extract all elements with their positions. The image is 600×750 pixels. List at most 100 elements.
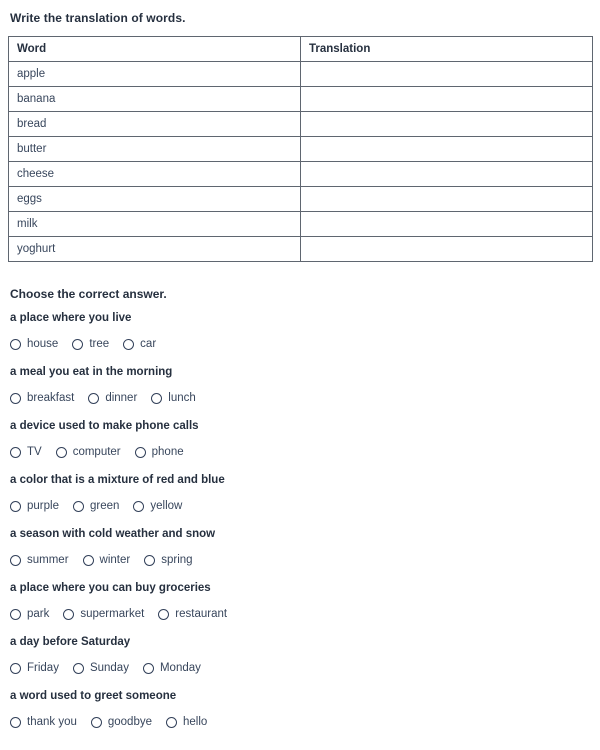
radio-option[interactable]: green — [72, 499, 120, 513]
table-cell-translation-blank[interactable] — [300, 236, 593, 262]
table-cell-translation-blank[interactable] — [300, 211, 593, 237]
quiz-question: a word used to greet someone thank you goo… — [8, 689, 592, 729]
quiz-section: Choose the correct answer. a place where… — [8, 286, 592, 729]
radio-button-icon[interactable] — [82, 554, 94, 566]
radio-button-icon[interactable] — [10, 608, 21, 620]
quiz-question: a meal you eat in the morning breakfast di… — [8, 365, 592, 405]
radio-button-icon[interactable] — [10, 554, 21, 566]
radio-option-label: tree — [89, 338, 110, 350]
radio-option[interactable]: Sunday — [72, 661, 129, 675]
radio-option[interactable]: goodbye — [90, 715, 152, 729]
radio-button-icon[interactable] — [10, 392, 21, 404]
radio-option[interactable]: winter — [82, 553, 131, 567]
radio-option-label: restaurant — [175, 608, 228, 620]
radio-option-label: yellow — [150, 500, 183, 512]
table-cell-translation-blank[interactable] — [300, 111, 593, 137]
radio-option-label: park — [27, 608, 50, 620]
question-options: Friday Sunday Monday — [10, 661, 592, 675]
radio-option-label: Friday — [27, 662, 59, 674]
radio-option-label: TV — [27, 446, 42, 458]
column-header-translation: Translation — [300, 36, 593, 62]
radio-button-icon[interactable] — [142, 662, 154, 674]
radio-option-label: thank you — [27, 716, 77, 728]
radio-option[interactable]: spring — [144, 553, 193, 567]
question-options: park supermarket restaurant — [10, 607, 592, 621]
radio-option[interactable]: TV — [10, 445, 42, 459]
radio-option[interactable]: supermarket — [63, 607, 144, 621]
question-prompt: a word used to greet someone — [10, 690, 177, 702]
radio-button-icon[interactable] — [144, 554, 156, 566]
radio-option-label: house — [27, 338, 59, 350]
radio-option[interactable]: computer — [55, 445, 121, 459]
radio-button-icon[interactable] — [10, 500, 21, 512]
table-row: apple — [8, 61, 593, 87]
radio-button-icon[interactable] — [10, 338, 21, 350]
radio-option-label: purple — [27, 500, 59, 512]
radio-option[interactable]: phone — [134, 445, 184, 459]
radio-option-label: phone — [151, 446, 184, 458]
radio-button-icon[interactable] — [72, 662, 84, 674]
table-cell-translation-blank[interactable] — [300, 161, 593, 187]
radio-option[interactable]: car — [123, 337, 156, 351]
quiz-question: a device used to make phone calls TV compu… — [8, 419, 592, 459]
radio-button-icon[interactable] — [134, 446, 146, 458]
radio-option[interactable]: tree — [72, 337, 109, 351]
quiz-question-list: a place where you live house tree car a meal… — [8, 311, 592, 729]
question-options: thank you goodbye hello — [10, 715, 592, 729]
radio-button-icon[interactable] — [133, 500, 145, 512]
radio-option[interactable]: hello — [166, 715, 207, 729]
radio-option[interactable]: breakfast — [10, 391, 74, 405]
radio-option[interactable]: house — [10, 337, 58, 351]
radio-button-icon[interactable] — [166, 716, 177, 728]
radio-option[interactable]: park — [10, 607, 49, 621]
quiz-question: a color that is a mixture of red and blu… — [8, 473, 592, 513]
table-cell-translation-blank[interactable] — [300, 186, 593, 212]
table-cell-translation-blank[interactable] — [300, 136, 593, 162]
table-cell-word: eggs — [8, 186, 301, 212]
radio-option[interactable]: yellow — [133, 499, 182, 513]
radio-button-icon[interactable] — [123, 338, 135, 350]
radio-option-label: breakfast — [27, 392, 75, 404]
radio-option[interactable]: restaurant — [158, 607, 227, 621]
table-cell-word: banana — [8, 86, 301, 112]
radio-button-icon[interactable] — [158, 608, 170, 620]
table-cell-translation-blank[interactable] — [300, 61, 593, 87]
radio-option-label: winter — [99, 554, 131, 566]
radio-option-label: lunch — [168, 392, 196, 404]
question-prompt: a day before Saturday — [10, 636, 131, 648]
radio-button-icon[interactable] — [10, 662, 21, 674]
table-row: banana — [8, 86, 593, 112]
radio-option-label: Monday — [159, 662, 201, 674]
table-row: butter — [8, 136, 593, 162]
translation-table-body: apple banana bread butter cheese eggs milk yogh… — [8, 61, 593, 262]
radio-button-icon[interactable] — [88, 392, 100, 404]
radio-option-label: green — [89, 500, 120, 512]
radio-option[interactable]: dinner — [88, 391, 137, 405]
quiz-question: a season with cold weather and snow summe… — [8, 527, 592, 567]
radio-option[interactable]: Friday — [10, 661, 59, 675]
question-prompt: a season with cold weather and snow — [10, 528, 216, 540]
radio-button-icon[interactable] — [151, 392, 163, 404]
translation-table: Word Translation apple banana bread butter c… — [8, 36, 593, 262]
question-options: purple green yellow — [10, 499, 592, 513]
radio-option-label: Sunday — [89, 662, 129, 674]
quiz-question: a day before Saturday Friday Sunday Monday — [8, 635, 592, 675]
radio-button-icon[interactable] — [55, 446, 67, 458]
table-cell-word: apple — [8, 61, 301, 87]
radio-option[interactable]: lunch — [151, 391, 196, 405]
table-cell-translation-blank[interactable] — [300, 86, 593, 112]
table-row: yoghurt — [8, 236, 593, 262]
radio-option[interactable]: purple — [10, 499, 59, 513]
radio-option[interactable]: thank you — [10, 715, 77, 729]
radio-button-icon[interactable] — [72, 338, 84, 350]
translation-section-title: Write the translation of words. — [10, 11, 186, 25]
table-row: milk — [8, 211, 593, 237]
radio-button-icon[interactable] — [90, 716, 102, 728]
radio-button-icon[interactable] — [10, 716, 21, 728]
radio-button-icon[interactable] — [63, 608, 75, 620]
radio-button-icon[interactable] — [72, 500, 84, 512]
radio-option[interactable]: Monday — [142, 661, 201, 675]
question-options: summer winter spring — [10, 553, 592, 567]
radio-button-icon[interactable] — [10, 446, 21, 458]
radio-option[interactable]: summer — [10, 553, 69, 567]
